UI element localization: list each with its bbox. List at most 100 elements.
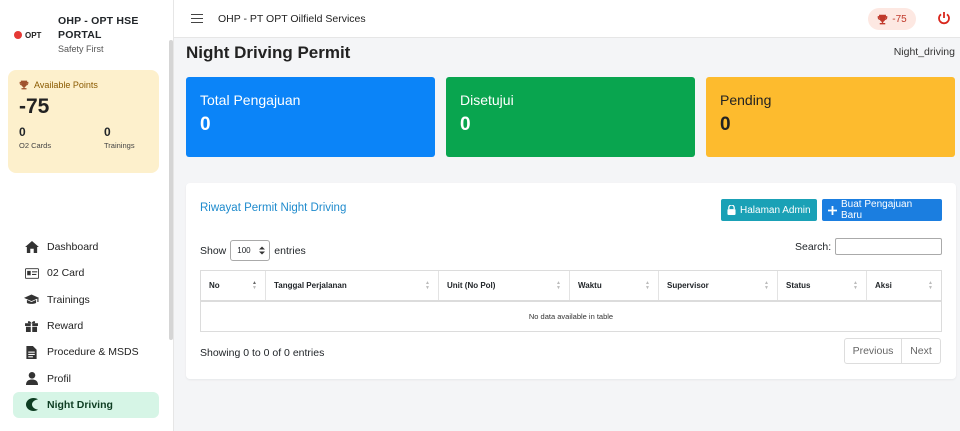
column-header-supervisor[interactable]: Supervisor ▲ ▼: [659, 271, 778, 300]
sidebar-item-02-card[interactable]: 02 Card: [13, 260, 159, 286]
sidebar-item-label: Profil: [47, 372, 71, 385]
stat-card-value: 0: [200, 114, 211, 135]
power-icon[interactable]: [938, 12, 950, 25]
column-header-date[interactable]: Tanggal Perjalanan ▲ ▼: [266, 271, 439, 300]
points-card: Available Points -75 0 O2 Cards 0 Traini…: [8, 70, 159, 173]
sidebar-item-procedure-msds[interactable]: Procedure & MSDS: [13, 339, 159, 365]
permit-history-panel: Riwayat Permit Night Driving Halaman Adm…: [186, 183, 956, 379]
stat-card-pending: Pending 0: [706, 77, 955, 157]
column-header-status[interactable]: Status ▲ ▼: [778, 271, 867, 300]
stat-card-label: Disetujui: [460, 92, 514, 108]
search-label: Search:: [795, 240, 832, 253]
column-header-unit[interactable]: Unit (No Pol) ▲ ▼: [439, 271, 570, 300]
column-header-no[interactable]: No ▲ ▼: [201, 271, 266, 300]
entries-select[interactable]: 100: [230, 240, 271, 261]
search-input[interactable]: [835, 238, 943, 255]
breadcrumb: Night_driving: [893, 46, 955, 58]
trophy-icon: [19, 80, 29, 90]
column-label: Supervisor: [667, 281, 709, 290]
plus-icon: [828, 205, 837, 215]
brand-logo: OPT: [14, 28, 44, 42]
sidebar-item-label: Trainings: [47, 293, 90, 306]
page-title: Night Driving Permit: [186, 43, 351, 62]
sidebar-item-profil[interactable]: Profil: [13, 365, 159, 391]
stat-label: Trainings: [104, 141, 135, 150]
admin-button-label: Halaman Admin: [740, 204, 811, 216]
document-icon: [26, 345, 37, 359]
points-label: Available Points: [34, 80, 98, 90]
column-label: Waktu: [578, 281, 602, 290]
sort-icon: ▲ ▼: [853, 279, 858, 291]
next-page-button[interactable]: Next: [902, 339, 940, 363]
lock-icon: [727, 205, 736, 215]
points-badge[interactable]: -75: [868, 8, 916, 30]
points-badge-value: -75: [892, 13, 907, 25]
stat-trainings: 0 Trainings: [104, 125, 148, 150]
logo-text: OPT: [25, 30, 42, 40]
points-value: -75: [19, 95, 50, 118]
sidebar-item-trainings[interactable]: Trainings: [13, 287, 159, 313]
sort-icon: ▲ ▼: [252, 279, 257, 291]
column-label: Unit (No Pol): [447, 281, 496, 290]
table-info: Showing 0 to 0 of 0 entries: [200, 347, 325, 359]
sidebar-scrollbar[interactable]: [169, 40, 173, 340]
stat-card-value: 0: [460, 114, 471, 135]
admin-page-button[interactable]: Halaman Admin: [721, 199, 817, 221]
entries-length-control: Show 100 entries: [200, 240, 306, 261]
sort-icon: ▲ ▼: [928, 279, 933, 291]
sidebar-item-label: Reward: [47, 320, 84, 333]
table-header-row: No ▲ ▼ Tanggal Perjalanan ▲ ▼ Unit (No Pol) ▲…: [201, 271, 941, 302]
sidebar-nav: Dashboard 02 Card Trainings Reward Proce…: [13, 234, 159, 419]
previous-page-button[interactable]: Previous: [845, 339, 902, 363]
topbar: OHP - PT OPT Oilfield Services -75: [174, 0, 960, 38]
sidebar: OPT OHP - OPT HSE PORTAL Safety First Av…: [0, 0, 174, 431]
brand-title: OHP - OPT HSE PORTAL: [58, 15, 139, 41]
column-header-time[interactable]: Waktu ▲ ▼: [570, 271, 659, 300]
column-label: No: [209, 281, 220, 290]
sidebar-item-reward[interactable]: Reward: [13, 313, 159, 339]
new-submission-button[interactable]: Buat Pengajuan Baru: [822, 199, 942, 221]
sidebar-item-night-driving[interactable]: Night Driving: [13, 391, 159, 419]
trophy-icon: [877, 14, 888, 24]
sidebar-item-dashboard[interactable]: Dashboard: [13, 234, 159, 260]
stat-card-value: 0: [720, 114, 731, 135]
column-label: Tanggal Perjalanan: [274, 281, 347, 290]
stat-value: 0: [104, 125, 111, 139]
sort-icon: ▲ ▼: [645, 279, 650, 291]
new-button-label: Buat Pengajuan Baru: [841, 199, 913, 221]
sidebar-item-label: Dashboard: [47, 241, 99, 254]
stat-card-total: Total Pengajuan 0: [186, 77, 435, 157]
updown-chevron-icon: [259, 246, 266, 255]
sort-icon: ▲ ▼: [425, 279, 430, 291]
stat-value: 0: [19, 125, 26, 139]
logo-dot-icon: [14, 31, 22, 39]
show-label: Show: [200, 244, 227, 257]
permit-table: No ▲ ▼ Tanggal Perjalanan ▲ ▼ Unit (No Pol) ▲…: [200, 270, 942, 332]
stat-label: O2 Cards: [19, 141, 52, 150]
panel-title: Riwayat Permit Night Driving: [200, 202, 347, 214]
entries-select-value: 100: [237, 246, 251, 255]
graduation-cap-icon: [24, 294, 39, 305]
column-header-action[interactable]: Aksi ▲ ▼: [867, 271, 941, 300]
brand-subtitle: Safety First: [58, 44, 104, 54]
home-icon: [24, 241, 39, 254]
stat-card-approved: Disetujui 0: [446, 77, 695, 157]
stat-card-label: Pending: [720, 92, 772, 108]
user-icon: [25, 372, 38, 386]
stat-o2-cards: 0 O2 Cards: [19, 125, 51, 150]
brand[interactable]: OPT OHP - OPT HSE PORTAL Safety First: [14, 14, 158, 54]
topbar-title: OHP - PT OPT Oilfield Services: [218, 12, 366, 25]
sidebar-item-label: Night Driving: [47, 398, 113, 411]
sort-icon: ▲ ▼: [556, 279, 561, 291]
id-card-icon: [24, 268, 39, 279]
entries-label: entries: [274, 244, 306, 257]
column-label: Status: [786, 281, 811, 290]
menu-toggle-icon[interactable]: [191, 12, 203, 26]
stat-card-label: Total Pengajuan: [200, 92, 301, 108]
sidebar-item-label: Procedure & MSDS: [47, 346, 139, 359]
sort-icon: ▲ ▼: [764, 279, 769, 291]
sidebar-item-label: 02 Card: [47, 267, 85, 280]
column-label: Aksi: [875, 281, 892, 290]
gift-icon: [25, 321, 38, 333]
empty-table-message: No data available in table: [528, 312, 614, 321]
